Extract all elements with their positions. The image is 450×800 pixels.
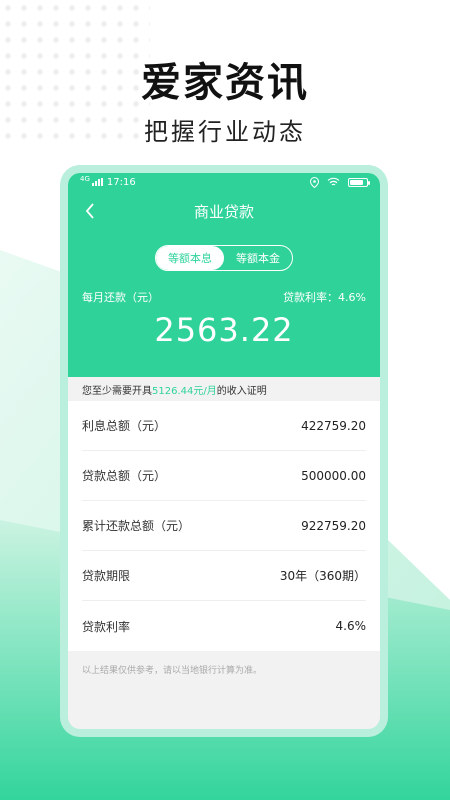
detail-label: 贷款期限 xyxy=(82,569,131,583)
list-item: 利息总额（元） 422759.20 xyxy=(82,401,366,451)
monthly-payment-amount: 2563.22 xyxy=(154,311,294,349)
loan-rate-label: 贷款利率：4.6% xyxy=(283,291,366,304)
list-item: 贷款利率 4.6% xyxy=(82,601,366,651)
list-item: 累计还款总额（元） 922759.20 xyxy=(82,501,366,551)
battery-icon xyxy=(348,177,370,187)
notice-highlight: 5126.44元/月 xyxy=(152,385,217,397)
income-notice: 您至少需要开具 5126.44元/月 的收入证明 xyxy=(68,377,380,401)
repayment-method-toggle: 等额本息 等额本金 xyxy=(155,245,293,271)
summary-labels: 每月还款（元） 贷款利率：4.6% xyxy=(68,289,380,305)
detail-value: 922759.20 xyxy=(301,518,366,533)
location-icon xyxy=(310,176,319,188)
notice-prefix: 您至少需要开具 xyxy=(82,385,152,397)
status-time: 17:16 xyxy=(106,176,136,188)
detail-value: 422759.20 xyxy=(301,418,366,433)
page-title: 商业贷款 xyxy=(193,202,254,221)
phone-frame: 4G 17:16 商业贷款 等额本息 等额本金 每月还款（元） 贷款利率：4.6… xyxy=(60,165,388,737)
notice-suffix: 的收入证明 xyxy=(216,385,267,397)
signal-icon xyxy=(91,178,103,186)
list-item: 贷款期限 30年（360期） xyxy=(82,551,366,601)
detail-label: 累计还款总额（元） xyxy=(82,519,191,533)
detail-value: 30年（360期） xyxy=(279,569,366,583)
detail-label: 利息总额（元） xyxy=(82,419,167,433)
promo-subheadline: 把握行业动态 xyxy=(144,118,306,146)
back-button[interactable] xyxy=(78,199,102,223)
wifi-icon xyxy=(327,177,340,186)
detail-value: 4.6% xyxy=(335,619,367,633)
network-type: 4G xyxy=(80,174,90,183)
chevron-left-icon xyxy=(85,203,94,219)
tab-equal-principal[interactable]: 等额本金 xyxy=(224,246,292,270)
detail-label: 贷款利率 xyxy=(82,619,131,634)
phone-screen: 4G 17:16 商业贷款 等额本息 等额本金 每月还款（元） 贷款利率：4.6… xyxy=(68,173,380,729)
tab-equal-installment[interactable]: 等额本息 xyxy=(156,246,224,270)
detail-label: 贷款总额（元） xyxy=(82,469,167,483)
detail-value: 500000.00 xyxy=(301,468,366,483)
disclaimer: 以上结果仅供参考，请以当地银行计算为准。 xyxy=(82,666,263,676)
list-item: 贷款总额（元） 500000.00 xyxy=(82,451,366,501)
status-bar: 4G 17:16 xyxy=(68,173,380,191)
nav-bar: 商业贷款 xyxy=(68,191,380,231)
detail-list: 利息总额（元） 422759.20 贷款总额（元） 500000.00 累计还款… xyxy=(68,401,380,651)
result-header: 商业贷款 等额本息 等额本金 每月还款（元） 贷款利率：4.6% 2563.22 xyxy=(68,191,380,377)
promo-headline: 爱家资讯 xyxy=(141,60,309,106)
monthly-payment-label: 每月还款（元） xyxy=(82,291,159,304)
